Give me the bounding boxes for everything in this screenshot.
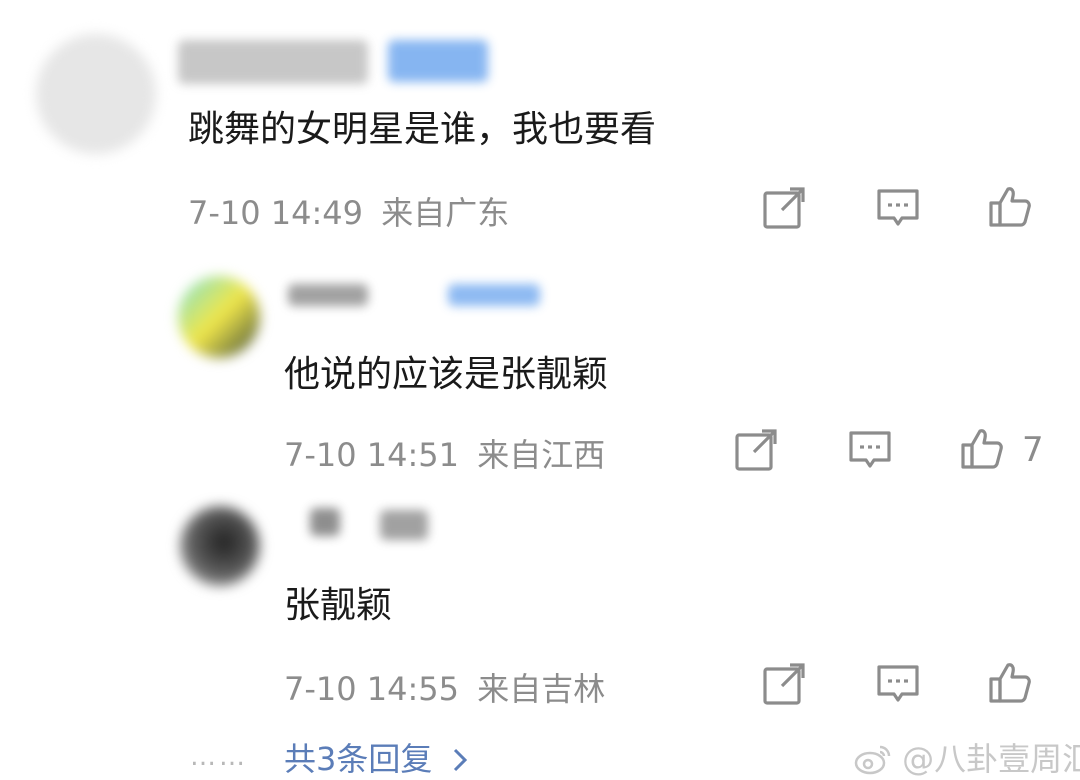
comment-time: 7-10 14:51	[284, 436, 460, 474]
like-icon[interactable]	[988, 660, 1032, 704]
comment-icon[interactable]	[848, 428, 892, 472]
comment-icon[interactable]	[876, 186, 920, 230]
comment-meta: 7-10 14:49 来自广东	[188, 188, 509, 234]
weibo-logo-icon	[854, 740, 902, 778]
divider-dots: ……	[190, 742, 248, 772]
like-count: 7	[1022, 430, 1044, 470]
avatar[interactable]	[36, 34, 156, 154]
comment-text: 张靓颖	[284, 585, 393, 626]
watermark: @八卦壹周汇	[854, 734, 1080, 780]
comment-location: 来自吉林	[477, 670, 606, 708]
more-replies-link[interactable]: 共3条回复	[284, 734, 469, 780]
comment-time: 7-10 14:55	[284, 670, 460, 708]
user-tag	[448, 284, 540, 306]
comment-location: 来自广东	[381, 194, 510, 232]
comment-meta: 7-10 14:51 来自江西	[284, 430, 605, 476]
comment-text: 跳舞的女明星是谁，我也要看	[188, 109, 657, 150]
username[interactable]	[310, 508, 340, 536]
chevron-right-icon	[451, 740, 469, 778]
share-icon[interactable]	[762, 662, 806, 706]
comment-text: 他说的应该是张靓颖	[284, 354, 609, 395]
avatar[interactable]	[180, 506, 260, 586]
verified-badge	[388, 40, 488, 82]
comment-icon[interactable]	[876, 662, 920, 706]
avatar[interactable]	[178, 276, 260, 358]
more-replies-label: 共3条回复	[284, 740, 433, 778]
comment-location: 来自江西	[477, 436, 606, 474]
comment-meta: 7-10 14:55 来自吉林	[284, 664, 605, 710]
watermark-text: @八卦壹周汇	[902, 740, 1080, 778]
username[interactable]	[288, 284, 368, 306]
comment-time: 7-10 14:49	[188, 194, 364, 232]
share-icon[interactable]	[762, 186, 806, 230]
share-icon[interactable]	[734, 428, 778, 472]
like-icon[interactable]	[960, 426, 1004, 470]
username-2[interactable]	[380, 510, 428, 540]
like-icon[interactable]	[988, 184, 1032, 228]
username[interactable]	[178, 40, 368, 84]
